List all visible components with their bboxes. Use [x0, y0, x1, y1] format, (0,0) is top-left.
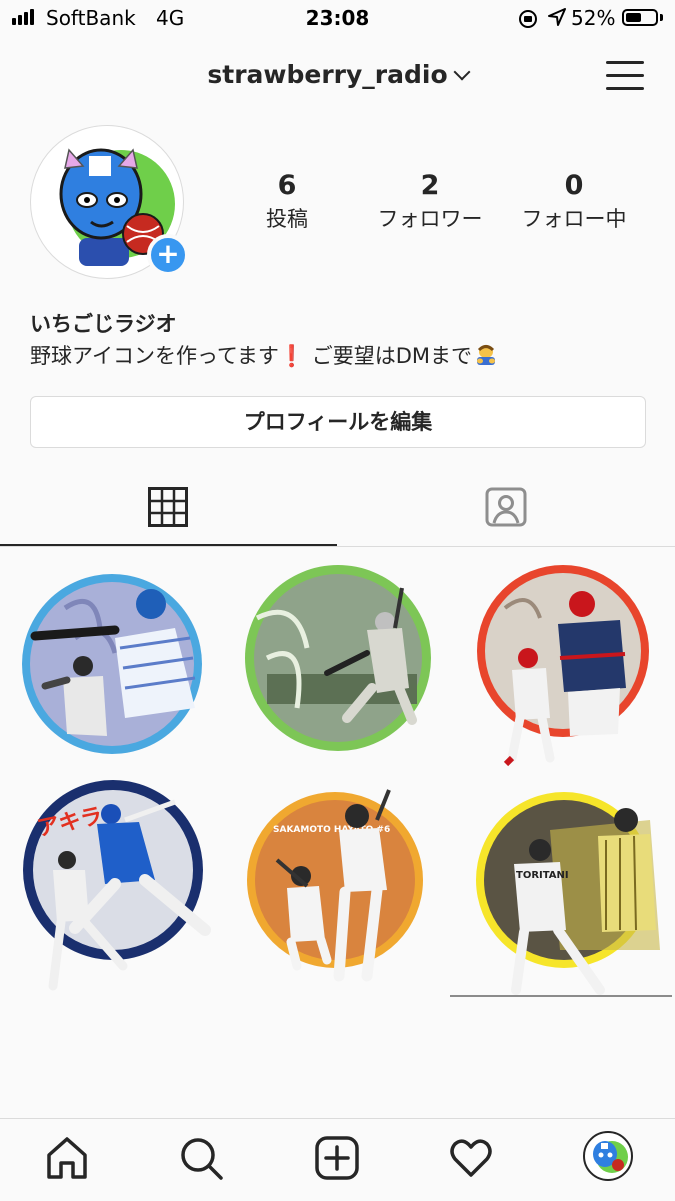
chevron-down-icon	[453, 63, 471, 80]
tagged-person-icon	[485, 487, 527, 527]
posts-count: 6 投稿	[222, 170, 352, 233]
post-thumbnail[interactable]	[227, 558, 449, 778]
hamburger-menu-icon[interactable]	[606, 58, 644, 92]
battery-nub	[660, 14, 663, 21]
grid-icon	[148, 487, 188, 527]
following-count-value: 0	[564, 170, 584, 201]
post-thumbnail[interactable]: アキラ	[5, 780, 227, 1000]
profile-header: strawberry_radio	[0, 40, 675, 112]
username-switcher: strawberry_radio	[0, 60, 675, 89]
battery-level	[626, 13, 641, 22]
following-count-label: フォロー中	[521, 207, 627, 231]
posts-count-label: 投稿	[266, 207, 308, 231]
rotation-lock-icon	[519, 10, 537, 28]
posts-count-value: 6	[277, 170, 297, 201]
profile-bio: 野球アイコンを作ってます❗ ご要望はDMまで	[30, 340, 498, 370]
post-thumbnail[interactable]	[450, 558, 672, 778]
home-icon	[47, 1137, 87, 1179]
bio-text-2: ご要望はDMまで	[305, 344, 472, 368]
new-post-icon	[315, 1136, 359, 1180]
display-name: いちごじラジオ	[30, 312, 177, 336]
location-arrow-icon	[548, 8, 566, 26]
following-count[interactable]: 0 フォロー中	[509, 170, 639, 233]
edit-profile-button[interactable]: プロフィールを編集	[30, 396, 646, 448]
search-icon	[181, 1138, 223, 1180]
nav-search[interactable]	[178, 1135, 224, 1181]
post-thumbnail[interactable]	[5, 558, 227, 778]
battery-percent: 52%	[571, 6, 616, 30]
account-switcher-button[interactable]: strawberry_radio	[207, 60, 471, 89]
tab-grid[interactable]	[0, 470, 337, 546]
nav-new-post[interactable]	[314, 1135, 360, 1181]
bio-text-1: 野球アイコンを作ってます	[30, 344, 279, 368]
profile-tabs	[0, 470, 675, 547]
tab-tagged[interactable]	[337, 470, 674, 546]
status-bar: SoftBank 4G 23:08 52%	[0, 0, 675, 40]
nav-activity[interactable]	[448, 1135, 494, 1181]
exclamation-emoji: ❗	[278, 344, 306, 368]
activity-heart-icon	[450, 1139, 492, 1177]
followers-count[interactable]: 2 フォロワー	[365, 170, 495, 233]
add-story-button[interactable]: +	[147, 234, 189, 276]
followers-count-label: フォロワー	[377, 207, 483, 231]
battery-icon	[622, 9, 658, 26]
bowing-person-emoji-icon	[476, 345, 495, 365]
post-thumbnail[interactable]: SAKAMOTO HAYATO #6	[227, 780, 449, 1000]
post-caption-text: TORITANI	[516, 870, 569, 881]
post-thumbnail[interactable]: TORITANI	[450, 780, 672, 1000]
username-label: strawberry_radio	[207, 60, 448, 89]
nav-home[interactable]	[44, 1135, 90, 1181]
followers-count-value: 2	[420, 170, 440, 201]
profile-avatar-icon[interactable]	[583, 1131, 633, 1181]
bottom-navigation	[0, 1118, 675, 1201]
